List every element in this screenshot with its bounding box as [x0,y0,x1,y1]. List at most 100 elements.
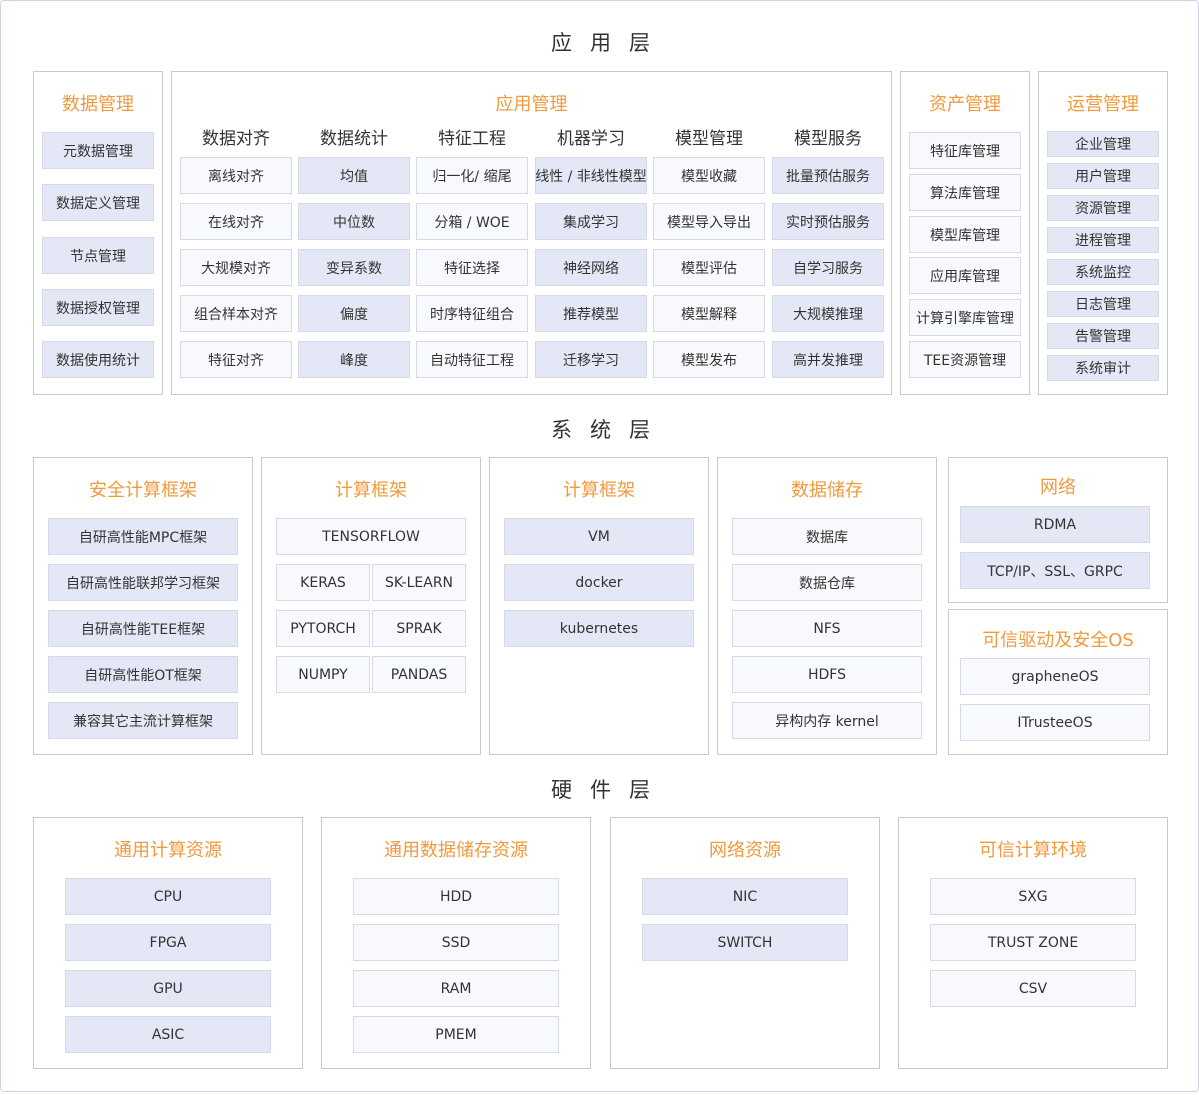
trusted-os-title: 可信驱动及安全OS [982,630,1134,651]
storage-resource-item: PMEM [353,1016,559,1053]
asset-management-item: 计算引擎库管理 [909,299,1021,336]
model-management-item: 模型收藏 [653,157,765,194]
machine-learning-item: 迁移学习 [535,341,647,378]
container-item: docker [504,564,694,601]
compute-resource-title: 通用计算资源 [114,840,222,861]
asset-management-item: 算法库管理 [909,174,1021,211]
storage-resource-item: HDD [353,878,559,915]
network-resource-title: 网络资源 [709,840,781,861]
asset-management-panel: 资产管理 特征库管理 算法库管理 模型库管理 应用库管理 计算引擎库管理 TEE… [900,71,1030,395]
model-management-item: 模型导入导出 [653,203,765,240]
model-service-item: 实时预估服务 [772,203,884,240]
statistics-item: 峰度 [298,341,410,378]
data-management-item: 数据定义管理 [42,184,154,221]
model-management-item: 模型发布 [653,341,765,378]
model-management-item: 模型解释 [653,295,765,332]
framework-item: PYTORCH [276,610,370,647]
compute-resource-item: FPGA [65,924,271,961]
secure-compute-item: 自研高性能联邦学习框架 [48,564,238,601]
framework-item: SK-LEARN [372,564,466,601]
asset-management-item: 特征库管理 [909,132,1021,169]
operations-management-title: 运营管理 [1067,94,1139,115]
secure-compute-item: 自研高性能TEE框架 [48,610,238,647]
trusted-environment-item: SXG [930,878,1136,915]
data-management-item: 数据使用统计 [42,341,154,378]
storage-item: HDFS [732,656,922,693]
network-item: TCP/IP、SSL、GRPC [960,552,1150,589]
column-header: 模型服务 [794,129,862,149]
trusted-os-item: ITrusteeOS [960,704,1150,741]
model-service-item: 高并发推理 [772,341,884,378]
feature-engineering-item: 时序特征组合 [416,295,528,332]
operations-management-item: 系统监控 [1047,259,1159,285]
network-title: 网络 [1040,477,1076,498]
column-header: 数据对齐 [202,129,270,149]
trusted-environment-item: TRUST ZONE [930,924,1136,961]
alignment-item: 在线对齐 [180,203,292,240]
application-management-title: 应用管理 [495,94,568,115]
machine-learning-item: 集成学习 [535,203,647,240]
operations-management-item: 系统审计 [1047,355,1159,381]
framework-item: KERAS [276,564,370,601]
data-management-item: 数据授权管理 [42,289,154,326]
statistics-item: 变异系数 [298,249,410,286]
trusted-environment-item: CSV [930,970,1136,1007]
compute-framework-container-title: 计算框架 [563,480,635,501]
feature-engineering-item: 自动特征工程 [416,341,528,378]
alignment-item: 离线对齐 [180,157,292,194]
secure-compute-framework-panel: 安全计算框架 自研高性能MPC框架 自研高性能联邦学习框架 自研高性能TEE框架… [33,457,253,755]
framework-item: TENSORFLOW [276,518,466,555]
trusted-environment-title: 可信计算环境 [979,840,1087,861]
trusted-os-panel: 可信驱动及安全OS grapheneOS ITrusteeOS [948,609,1168,755]
network-resource-panel: 网络资源 NIC SWITCH [610,817,880,1069]
operations-management-item: 告警管理 [1047,323,1159,349]
alignment-item: 特征对齐 [180,341,292,378]
compute-resource-panel: 通用计算资源 CPU FPGA GPU ASIC [33,817,303,1069]
network-panel: 网络 RDMA TCP/IP、SSL、GRPC [948,457,1168,603]
compute-resource-item: GPU [65,970,271,1007]
asset-management-title: 资产管理 [929,94,1001,115]
asset-management-item: 应用库管理 [909,257,1021,294]
trusted-environment-panel: 可信计算环境 SXG TRUST ZONE CSV [898,817,1168,1069]
container-item: kubernetes [504,610,694,647]
machine-learning-item: 推荐模型 [535,295,647,332]
alignment-item: 大规模对齐 [180,249,292,286]
framework-item: PANDAS [372,656,466,693]
compute-framework-title: 计算框架 [335,480,407,501]
machine-learning-item: 线性 / 非线性模型 [535,157,647,194]
framework-item: SPRAK [372,610,466,647]
network-item: RDMA [960,506,1150,543]
network-resource-item: NIC [642,878,848,915]
data-management-title: 数据管理 [62,94,134,115]
operations-management-item: 进程管理 [1047,227,1159,253]
data-storage-panel: 数据储存 数据库 数据仓库 NFS HDFS 异构内存 kernel [717,457,937,755]
storage-item: 数据库 [732,518,922,555]
model-service-item: 批量预估服务 [772,157,884,194]
model-service-item: 自学习服务 [772,249,884,286]
model-management-item: 模型评估 [653,249,765,286]
operations-management-item: 日志管理 [1047,291,1159,317]
statistics-item: 偏度 [298,295,410,332]
secure-compute-item: 自研高性能OT框架 [48,656,238,693]
model-service-item: 大规模推理 [772,295,884,332]
feature-engineering-item: 分箱 / WOE [416,203,528,240]
machine-learning-item: 神经网络 [535,249,647,286]
column-header: 特征工程 [438,129,506,149]
network-resource-item: SWITCH [642,924,848,961]
feature-engineering-item: 归一化/ 缩尾 [416,157,528,194]
system-layer-title: 系统层 [551,418,668,442]
feature-engineering-item: 特征选择 [416,249,528,286]
data-management-item: 节点管理 [42,237,154,274]
operations-management-panel: 运营管理 企业管理 用户管理 资源管理 进程管理 系统监控 日志管理 告警管理 … [1038,71,1168,395]
data-management-panel: 数据管理 元数据管理 数据定义管理 节点管理 数据授权管理 数据使用统计 [33,71,163,395]
compute-framework-panel: 计算框架 TENSORFLOW KERAS SK-LEARN PYTORCH S… [261,457,481,755]
storage-item: 异构内存 kernel [732,702,922,739]
compute-framework-container-panel: 计算框架 VM docker kubernetes [489,457,709,755]
container-item: VM [504,518,694,555]
data-management-item: 元数据管理 [42,132,154,169]
storage-resource-title: 通用数据储存资源 [384,840,528,861]
storage-item: NFS [732,610,922,647]
secure-compute-framework-title: 安全计算框架 [89,480,197,501]
application-management-panel: 应用管理 数据对齐 数据统计 特征工程 机器学习 模型管理 模型服务 离线对齐 … [171,71,892,395]
alignment-item: 组合样本对齐 [180,295,292,332]
